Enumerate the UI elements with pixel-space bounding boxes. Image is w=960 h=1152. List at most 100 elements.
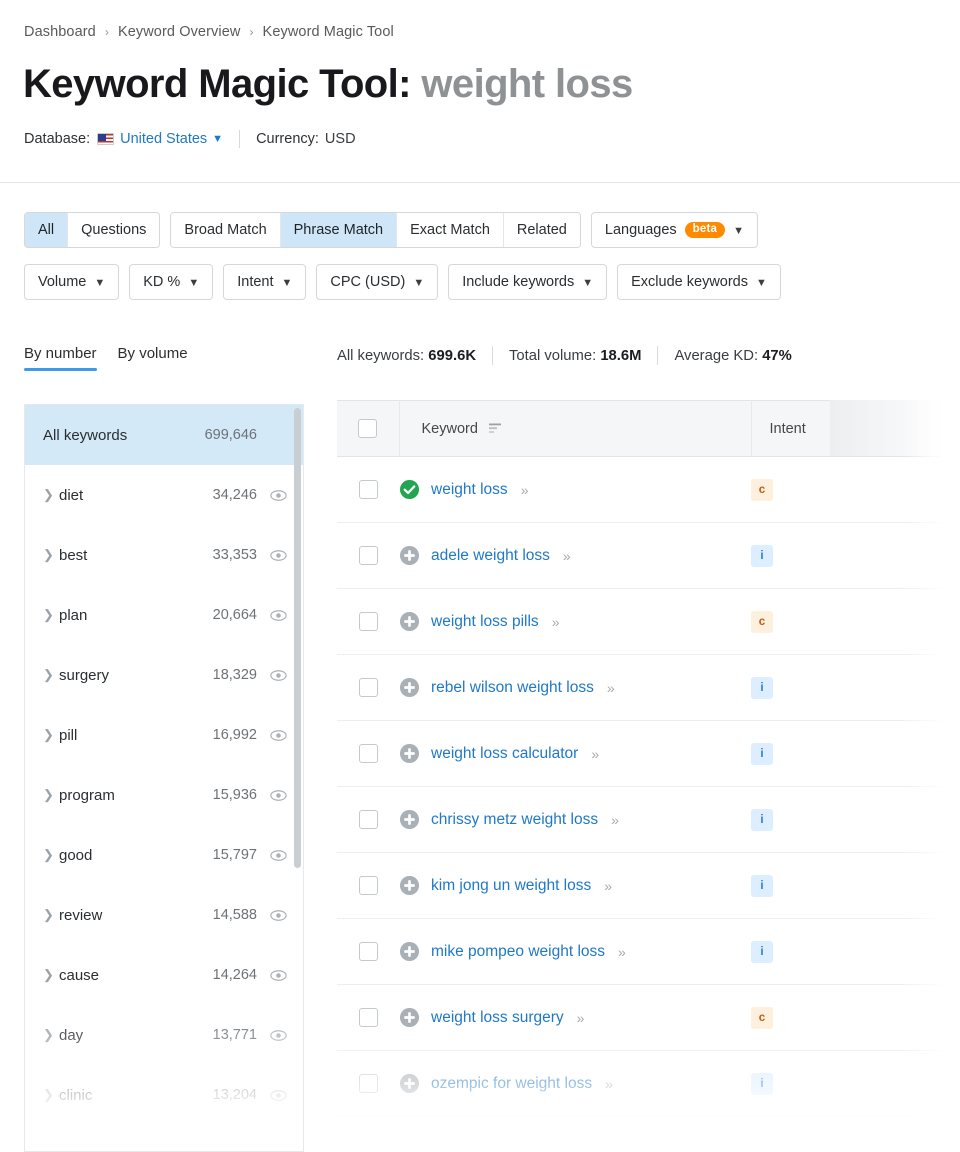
eye-icon[interactable] (270, 907, 287, 924)
row-checkbox[interactable] (358, 678, 378, 697)
sidebar-item-cause[interactable]: ❯ cause 14,264 (25, 945, 303, 1005)
kd-filter-dropdown[interactable]: KD % ▼ (129, 264, 214, 300)
intent-badge[interactable]: I (751, 808, 773, 831)
filter-tab-all[interactable]: All (25, 213, 69, 247)
expand-arrows-icon[interactable]: » (605, 1076, 613, 1092)
expand-arrows-icon[interactable]: » (521, 482, 529, 498)
sidebar-item-surgery[interactable]: ❯ surgery 18,329 (25, 645, 303, 705)
chevron-right-icon[interactable]: ❯ (43, 667, 59, 683)
table-row[interactable]: weight loss » C 135,0 (337, 456, 960, 523)
plus-circle-icon[interactable] (399, 1007, 420, 1028)
keyword-column-header[interactable]: Keyword (399, 400, 752, 457)
languages-dropdown[interactable]: Languages beta ▼ (590, 212, 758, 248)
table-row[interactable]: adele weight loss » I 90,5 (337, 522, 960, 589)
expand-arrows-icon[interactable]: » (607, 680, 615, 696)
sidebar-item-good[interactable]: ❯ good 15,797 (25, 825, 303, 885)
row-checkbox[interactable] (358, 942, 378, 961)
keyword-link[interactable]: weight loss surgery (431, 1009, 564, 1027)
row-checkbox[interactable] (358, 546, 378, 565)
keyword-link[interactable]: weight loss pills (431, 613, 539, 631)
chevron-right-icon[interactable]: ❯ (43, 547, 59, 563)
plus-circle-icon[interactable] (399, 1139, 420, 1152)
intent-badge[interactable]: C (751, 610, 773, 633)
plus-circle-icon[interactable] (399, 875, 420, 896)
chevron-right-icon[interactable]: ❯ (43, 1087, 59, 1103)
intent-badge[interactable]: I (751, 742, 773, 765)
row-checkbox[interactable] (358, 612, 378, 631)
chevron-right-icon[interactable]: ❯ (43, 607, 59, 623)
database-selector[interactable]: United States (120, 131, 207, 147)
intent-badge[interactable]: I (751, 676, 773, 699)
keyword-link[interactable]: weight loss calculator (431, 745, 578, 763)
intent-filter-dropdown[interactable]: Intent ▼ (223, 264, 307, 300)
eye-icon[interactable] (270, 607, 287, 624)
plus-circle-icon[interactable] (399, 545, 420, 566)
table-row[interactable]: mike pompeo weight loss » I 40,5 (337, 918, 960, 985)
eye-icon[interactable] (270, 727, 287, 744)
keyword-link[interactable]: healthy snacks for weight (431, 1141, 605, 1152)
keyword-link[interactable]: chrissy metz weight loss (431, 811, 598, 829)
eye-icon[interactable] (270, 1087, 287, 1104)
chevron-right-icon[interactable]: ❯ (43, 907, 59, 923)
cpc-filter-dropdown[interactable]: CPC (USD) ▼ (316, 264, 439, 300)
chevron-right-icon[interactable]: ❯ (43, 787, 59, 803)
expand-arrows-icon[interactable]: » (618, 944, 626, 960)
chevron-right-icon[interactable]: ❯ (43, 487, 59, 503)
sidebar-item-diet[interactable]: ❯ diet 34,246 (25, 465, 303, 525)
volume-filter-dropdown[interactable]: Volume ▼ (24, 264, 120, 300)
plus-circle-icon[interactable] (399, 677, 420, 698)
table-row[interactable]: ozempic for weight loss » I 33,1 (337, 1050, 960, 1117)
sidebar-item-program[interactable]: ❯ program 15,936 (25, 765, 303, 825)
table-row[interactable]: healthy snacks for weight » I 27,1 (337, 1116, 960, 1152)
table-row[interactable]: weight loss surgery » C 40,5 (337, 984, 960, 1051)
include-keywords-dropdown[interactable]: Include keywords ▼ (448, 264, 608, 300)
sidebar-scrollbar[interactable] (294, 408, 301, 868)
sort-descending-icon[interactable] (488, 423, 502, 434)
chevron-right-icon[interactable]: ❯ (43, 1027, 59, 1043)
table-row[interactable]: weight loss calculator » I 74,0 (337, 720, 960, 787)
chevron-right-icon[interactable]: ❯ (43, 967, 59, 983)
breadcrumb-item-keyword-magic-tool[interactable]: Keyword Magic Tool (263, 24, 394, 40)
eye-icon[interactable] (270, 547, 287, 564)
eye-icon[interactable] (270, 967, 287, 984)
sidebar-item-review[interactable]: ❯ review 14,588 (25, 885, 303, 945)
row-checkbox[interactable] (358, 1008, 378, 1027)
exclude-keywords-dropdown[interactable]: Exclude keywords ▼ (617, 264, 781, 300)
check-circle-icon[interactable] (399, 479, 420, 500)
chevron-down-icon[interactable]: ▼ (212, 133, 223, 145)
tab-by-number[interactable]: By number (24, 345, 97, 371)
expand-arrows-icon[interactable]: » (618, 1142, 626, 1152)
expand-arrows-icon[interactable]: » (552, 614, 560, 630)
keyword-groups-sidebar[interactable]: All keywords 699,646 ❯ diet 34,246 ❯ best 33,35… (24, 404, 304, 1152)
chevron-right-icon[interactable]: ❯ (43, 847, 59, 863)
filter-tab-exact-match[interactable]: Exact Match (397, 213, 504, 247)
chevron-right-icon[interactable]: ❯ (43, 1147, 59, 1151)
table-row[interactable]: weight loss pills » C 90,5 (337, 588, 960, 655)
plus-circle-icon[interactable] (399, 611, 420, 632)
breadcrumb-item-keyword-overview[interactable]: Keyword Overview (118, 24, 240, 40)
intent-badge[interactable]: I (751, 1138, 773, 1152)
sidebar-item-pill[interactable]: ❯ pill 16,992 (25, 705, 303, 765)
sidebar-item-plan[interactable]: ❯ plan 20,664 (25, 585, 303, 645)
chevron-right-icon[interactable]: ❯ (43, 727, 59, 743)
plus-circle-icon[interactable] (399, 743, 420, 764)
sidebar-item-clinic[interactable]: ❯ clinic 13,204 (25, 1065, 303, 1125)
row-checkbox[interactable] (358, 744, 378, 763)
breadcrumb-item-dashboard[interactable]: Dashboard (24, 24, 96, 40)
intent-badge[interactable]: I (751, 544, 773, 567)
expand-arrows-icon[interactable]: » (611, 812, 619, 828)
eye-icon[interactable] (270, 667, 287, 684)
keyword-link[interactable]: kim jong un weight loss (431, 877, 591, 895)
eye-icon[interactable] (270, 847, 287, 864)
keyword-link[interactable]: ozempic for weight loss (431, 1075, 592, 1093)
intent-badge[interactable]: C (751, 478, 773, 501)
table-row[interactable]: chrissy metz weight loss » I 60,5 (337, 786, 960, 853)
filter-tab-broad-match[interactable]: Broad Match (171, 213, 281, 247)
volume-column-header[interactable]: Volume (839, 400, 960, 457)
row-checkbox[interactable] (358, 1140, 378, 1152)
sidebar-item-all-keywords[interactable]: All keywords 699,646 (25, 405, 303, 465)
plus-circle-icon[interactable] (399, 1073, 420, 1094)
table-row[interactable]: rebel wilson weight loss » I 74,0 (337, 654, 960, 721)
row-checkbox[interactable] (358, 480, 378, 499)
eye-icon[interactable] (270, 1147, 287, 1152)
